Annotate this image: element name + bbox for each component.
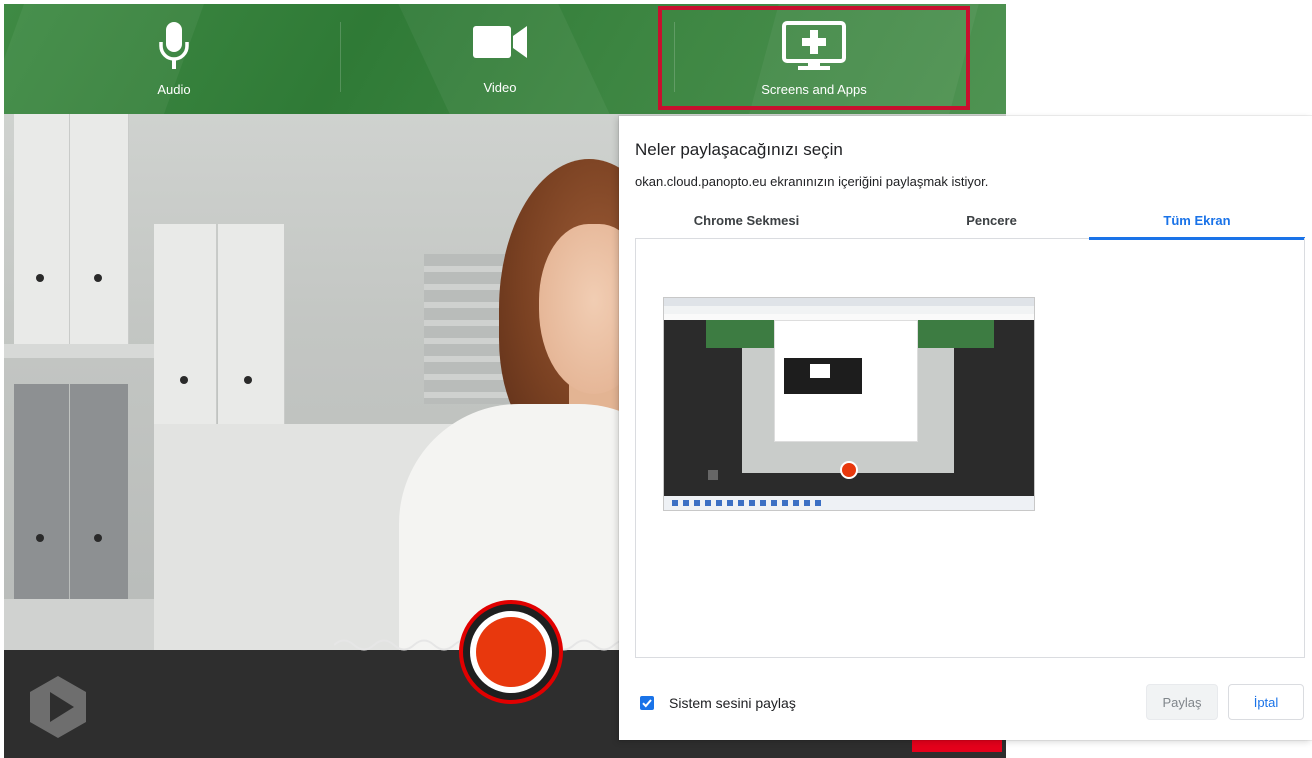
binder-dark	[14, 384, 69, 599]
system-audio-checkbox[interactable]	[640, 696, 654, 710]
video-label: Video	[483, 80, 517, 95]
audio-source-button[interactable]: Audio	[74, 4, 274, 114]
thumb-record-icon	[840, 461, 858, 479]
microphone-icon	[159, 22, 189, 69]
thumb-nested-dialog	[810, 364, 830, 378]
binder-dark	[70, 384, 128, 599]
panopto-logo-icon	[30, 676, 86, 738]
binder	[70, 114, 129, 344]
binder-hole	[94, 534, 102, 542]
system-audio-label: Sistem sesini paylaş	[669, 695, 796, 711]
stop-button-edge	[912, 740, 1002, 752]
binder-hole	[36, 274, 44, 282]
binder-hole	[180, 376, 188, 384]
audio-label: Audio	[157, 82, 191, 97]
record-button[interactable]	[459, 600, 563, 704]
video-source-button[interactable]: Video	[400, 4, 600, 114]
thumb-logo	[708, 470, 718, 480]
cancel-button[interactable]: İptal	[1228, 684, 1304, 720]
screens-highlight-annotation	[658, 6, 970, 110]
binder-hole	[94, 274, 102, 282]
toolbar-divider	[340, 22, 341, 92]
thumb-taskbar-icons	[672, 500, 822, 506]
binder-hole	[36, 534, 44, 542]
shelf-board	[4, 599, 154, 650]
shelf-board	[4, 344, 154, 358]
thumb-tabstrip	[664, 298, 1034, 306]
record-icon	[476, 617, 546, 687]
binder	[218, 224, 285, 424]
tab-tum-ekran[interactable]: Tüm Ekran	[1089, 204, 1305, 240]
source-toolbar: Audio Video Screens and Apps	[4, 4, 1006, 114]
screen-share-dialog: Neler paylaşacağınızı seçin okan.cloud.p…	[619, 116, 1312, 740]
screen-thumbnail[interactable]	[663, 297, 1035, 511]
share-source-tabs: Chrome Sekmesi Pencere Tüm Ekran	[635, 204, 1305, 240]
video-camera-icon	[473, 26, 527, 58]
dialog-subtitle: okan.cloud.panopto.eu ekranınızın içeriğ…	[635, 174, 989, 189]
binder	[14, 114, 70, 344]
screen-list-pane	[635, 238, 1305, 658]
dialog-title: Neler paylaşacağınızı seçin	[635, 140, 843, 159]
share-button[interactable]: Paylaş	[1146, 684, 1218, 720]
binder-hole	[244, 376, 252, 384]
checkmark-icon	[642, 699, 652, 708]
tab-chrome-sekmesi[interactable]: Chrome Sekmesi	[635, 204, 858, 238]
binder	[154, 224, 217, 424]
tab-pencere[interactable]: Pencere	[875, 204, 1108, 238]
